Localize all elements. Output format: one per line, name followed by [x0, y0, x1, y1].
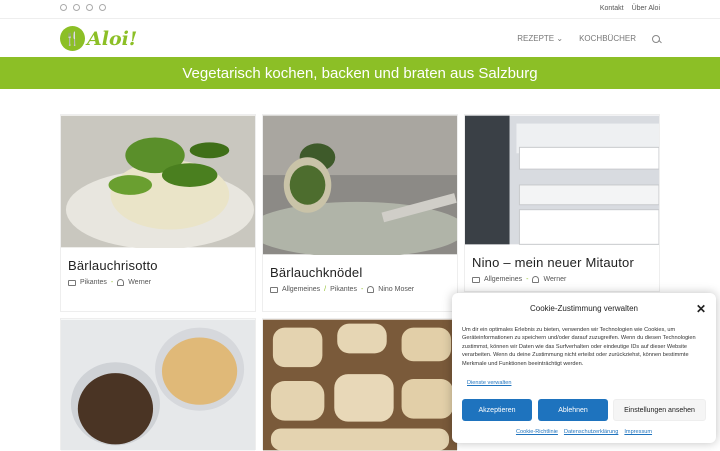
pinterest-icon[interactable] — [73, 4, 80, 11]
author-link[interactable]: Werner — [128, 279, 151, 286]
cookie-title: Cookie-Zustimmung verwalten — [529, 304, 639, 313]
nav-kochbuecher[interactable]: KOCHBÜCHER — [579, 34, 636, 43]
jars-image — [61, 319, 255, 451]
post-meta: Allgemeines / Pikantes - Nino Moser — [270, 286, 457, 293]
view-settings-button[interactable]: Einstellungen ansehen — [613, 399, 706, 421]
category-link[interactable]: Pikantes — [80, 279, 107, 286]
editor-screenshot-image — [465, 115, 659, 245]
chevron-down-icon: ⌄ — [556, 34, 564, 43]
post-meta: Allgemeines - Werner — [472, 276, 659, 283]
social-links — [60, 4, 106, 11]
page-banner: Vegetarisch kochen, backen und braten au… — [0, 57, 720, 89]
post-meta: Pikantes - Werner — [68, 279, 255, 286]
cookie-policy-link[interactable]: Cookie-Richtlinie — [516, 429, 558, 435]
category-link[interactable]: Allgemeines — [282, 286, 320, 293]
privacy-policy-link[interactable]: Datenschutzerklärung — [564, 429, 618, 435]
top-links: Kontakt Über Aloi — [600, 5, 660, 12]
user-icon — [532, 276, 540, 283]
search-icon[interactable] — [652, 34, 660, 43]
banner-title: Vegetarisch kochen, backen und braten au… — [182, 64, 538, 82]
kontakt-link[interactable]: Kontakt — [600, 5, 624, 12]
cookie-consent-dialog: Cookie-Zustimmung verwalten ✕ Um dir ein… — [452, 293, 716, 443]
about-link[interactable]: Über Aloi — [632, 5, 660, 12]
post-title[interactable]: Nino – mein neuer Mitautor — [472, 255, 659, 270]
post-card[interactable]: Bärlauchknödel Allgemeines / Pikantes - … — [262, 114, 458, 312]
close-icon[interactable]: ✕ — [696, 302, 706, 316]
post-title[interactable]: Bärlauchrisotto — [68, 258, 255, 273]
folder-icon — [472, 276, 480, 283]
post-card[interactable]: Bärlauchrisotto Pikantes - Werner — [60, 114, 256, 312]
manage-services-link[interactable]: Dienste verwalten — [467, 380, 511, 386]
accept-button[interactable]: Akzeptieren — [462, 399, 532, 421]
imprint-link[interactable]: Impressum — [624, 429, 652, 435]
post-card[interactable]: Nino – mein neuer Mitautor Allgemeines -… — [464, 114, 660, 292]
cookie-text: Um dir ein optimales Erlebnis zu bieten,… — [462, 327, 696, 367]
folder-icon — [270, 286, 278, 293]
top-bar: Kontakt Über Aloi — [0, 0, 720, 19]
deny-button[interactable]: Ablehnen — [538, 399, 608, 421]
post-card[interactable] — [262, 318, 458, 451]
nav-rezepte[interactable]: REZEPTE ⌄ — [517, 34, 563, 43]
author-link[interactable]: Werner — [543, 276, 566, 283]
fork-spoon-icon: 🍴 — [60, 26, 85, 51]
mail-icon[interactable] — [99, 4, 106, 11]
user-icon — [367, 286, 375, 293]
post-card[interactable] — [60, 318, 256, 451]
post-title[interactable]: Bärlauchknödel — [270, 265, 457, 280]
rss-icon[interactable] — [86, 4, 93, 11]
policy-links: Cookie-Richtlinie Datenschutzerklärung I… — [452, 429, 716, 435]
site-header: 🍴 Aloi! REZEPTE ⌄ KOCHBÜCHER — [0, 19, 720, 57]
site-logo[interactable]: 🍴 Aloi! — [60, 26, 137, 51]
user-icon — [117, 279, 125, 286]
category-link[interactable]: Pikantes — [330, 286, 357, 293]
folder-icon — [68, 279, 76, 286]
facebook-icon[interactable] — [60, 4, 67, 11]
logo-text: Aloi! — [87, 27, 138, 50]
knoedel-image — [263, 115, 457, 255]
main-nav: REZEPTE ⌄ KOCHBÜCHER — [517, 34, 660, 43]
cookies-image — [263, 319, 457, 451]
category-link[interactable]: Allgemeines — [484, 276, 522, 283]
risotto-image — [61, 115, 255, 248]
author-link[interactable]: Nino Moser — [378, 286, 414, 293]
